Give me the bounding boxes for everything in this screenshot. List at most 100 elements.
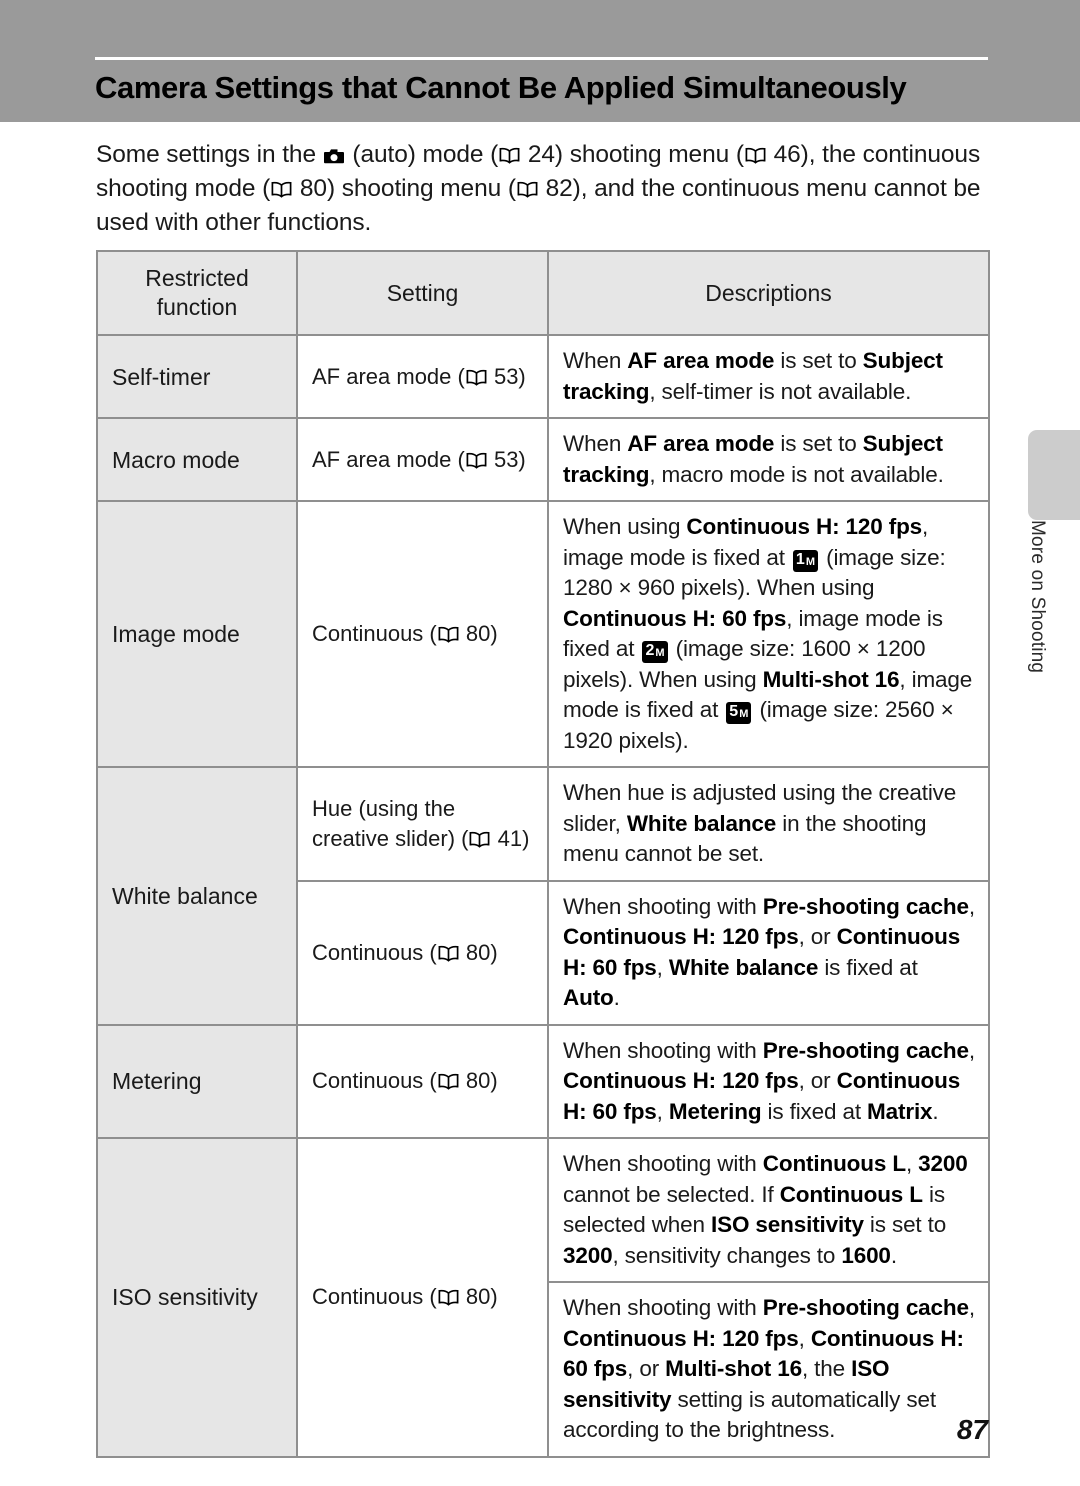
cell-function-self-timer: Self-timer [96,334,298,419]
desc-bold: AF area mode [627,348,775,373]
desc-part: , sensitivity changes to [612,1242,842,1268]
desc-bold: ISO sensitivity [711,1212,864,1237]
desc-part: When shooting with [563,1037,763,1063]
section-tab-marker [1028,430,1080,520]
desc-part: is fixed at [818,954,918,980]
desc-bold: White balance [626,810,777,836]
desc-bold: Continuous H: 120 fps [563,1325,799,1351]
book-ref-icon [517,181,538,198]
book-ref-icon [438,1073,459,1090]
cell-setting-af-area-mode: AF area mode ( 53) [296,417,549,502]
desc-bold: 1600 [841,1242,891,1268]
image-size-1m-icon: 1M [792,549,818,572]
setting-ref: 80) [459,621,498,646]
setting-text: Continuous ( [312,1284,437,1310]
cell-setting-continuous: Continuous ( 80) [296,500,549,768]
desc-bold: White balance [668,954,819,980]
cell-description-white-balance-continuous: When shooting with Pre-shooting cache, C… [547,879,990,1026]
desc-bold: Continuous H: 120 fps [563,924,799,949]
cell-function-white-balance: White balance [96,766,298,1026]
desc-part: . [613,985,620,1010]
section-tab-label: More on Shooting [1027,520,1048,674]
cell-function-iso-sensitivity: ISO sensitivity [96,1137,298,1458]
table-row: ISO sensitivity Continuous ( 80) When sh… [96,1137,990,1458]
desc-bold: Pre-shooting cache [762,1037,969,1063]
icon-value: 5 [729,703,739,720]
desc-bold: Pre-shooting cache [762,893,969,919]
book-ref-icon [466,369,487,386]
desc-bold: Continuous L [779,1181,923,1207]
setting-ref: 53) [487,446,526,472]
table-row: Metering Continuous ( 80) When shooting … [96,1023,990,1139]
setting-text: Continuous ( [312,939,437,965]
cell-description-metering: When shooting with Pre-shooting cache, C… [547,1023,990,1139]
book-ref-icon [438,626,459,643]
desc-bold: Continuous H: 120 fps [563,1068,799,1093]
column-header-restricted-function: Restricted function [96,250,298,336]
intro-text-3: 24) shooting menu ( [521,141,744,168]
manual-page: Camera Settings that Cannot Be Applied S… [0,0,1080,1486]
desc-part: , the [801,1356,852,1381]
cell-setting-continuous: Continuous ( 80) [296,1023,549,1139]
desc-part: , self-timer is not available. [649,378,912,404]
cell-function-macro-mode: Macro mode [96,417,298,502]
desc-part: , [656,954,669,980]
desc-bold: 3200 [918,1151,968,1176]
desc-part: is fixed at [761,1098,868,1124]
restrictions-table: Restricted function Setting Descriptions… [96,250,990,1458]
cell-description-image-mode: When using Continuous H: 120 fps, image … [547,500,990,768]
table-row: White balance Hue (using the creative sl… [96,766,990,1026]
column-header-setting: Setting [296,250,549,336]
camera-auto-icon [323,147,344,165]
setting-ref: 80) [459,1284,498,1310]
book-ref-icon [499,147,520,164]
desc-part: . [890,1242,897,1268]
intro-text-5: 80) shooting menu ( [293,175,516,202]
desc-bold: Auto [563,985,614,1010]
desc-bold: Continuous L [762,1151,906,1176]
desc-part: , [968,1037,975,1063]
book-ref-icon [438,1289,459,1306]
book-ref-icon [466,452,487,469]
desc-bold: 3200 [563,1242,613,1268]
cell-description-self-timer: When AF area mode is set to Subject trac… [547,334,990,419]
desc-part: , [968,1295,975,1320]
desc-bold: Continuous H: 60 fps [563,605,787,631]
intro-paragraph: Some settings in the (auto) mode ( 24) s… [96,138,986,240]
icon-value: 2 [645,642,655,659]
icon-unit: M [655,647,665,659]
cell-setting-continuous: Continuous ( 80) [296,879,549,1026]
setting-text: AF area mode ( [312,446,465,472]
desc-part: cannot be selected. If [563,1181,780,1207]
cell-function-image-mode: Image mode [96,500,298,768]
image-size-2m-icon: 2M [642,641,668,663]
desc-part: . [932,1098,939,1124]
desc-part: When [563,348,628,373]
desc-part: is set to [774,348,863,373]
desc-part: , [798,1325,811,1351]
page-title: Camera Settings that Cannot Be Applied S… [95,70,907,105]
setting-ref: 41) [491,825,530,851]
book-ref-icon [469,831,490,848]
setting-text: Hue (using the creative slider) ( [312,795,469,851]
cell-description-white-balance-hue: When hue is adjusted using the creative … [547,766,990,882]
cell-description-macro-mode: When AF area mode is set to Subject trac… [547,417,990,502]
setting-text: AF area mode ( [312,363,465,389]
book-ref-icon [271,181,292,198]
cell-setting-hue-creative-slider: Hue (using the creative slider) ( 41) [296,766,549,882]
desc-part: , macro mode is not available. [649,461,944,487]
desc-bold: Metering [668,1098,762,1124]
cell-setting-af-area-mode: AF area mode ( 53) [296,334,549,419]
setting-ref: 53) [487,363,526,389]
page-number: 87 [956,1414,988,1445]
setting-ref: 80) [459,939,498,965]
desc-part: , or [798,1068,837,1093]
desc-bold: Pre-shooting cache [762,1295,969,1320]
table-header-row: Restricted function Setting Descriptions [96,250,990,336]
desc-part: , or [798,924,837,949]
desc-part: When shooting with [563,893,763,919]
setting-text: Continuous ( [312,621,437,646]
book-ref-icon [438,945,459,962]
desc-bold: Multi-shot 16 [762,666,900,692]
intro-text-1: Some settings in the [96,141,323,168]
